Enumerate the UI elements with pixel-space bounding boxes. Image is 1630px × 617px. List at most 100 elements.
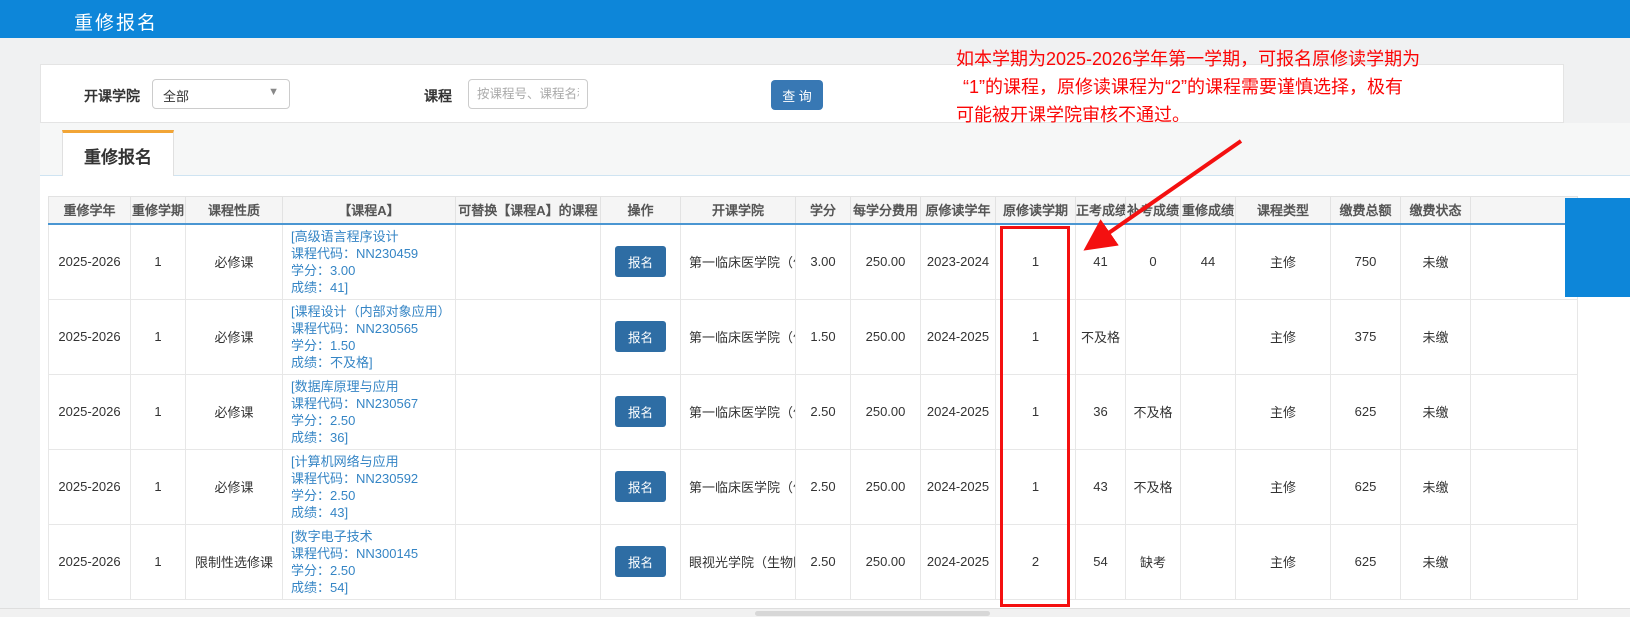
cell-course-a: [数据库原理与应用 课程代码：NN230567 学分：2.50 成绩：36]: [283, 374, 456, 449]
cell-total-fee: 625: [1331, 374, 1401, 449]
course-name-link[interactable]: [数字电子技术: [291, 528, 451, 545]
column-header-1: 重修学年: [49, 197, 131, 224]
column-header-17: 缴费状态: [1401, 197, 1471, 224]
cell-credit: 2.50: [796, 449, 851, 524]
course-credit-text: 学分：1.50: [291, 337, 451, 354]
cell-college: 第一临床医学院（仁: [681, 374, 796, 449]
cell-pay-status: 未缴: [1401, 524, 1471, 599]
column-header-16: 缴费总额: [1331, 197, 1401, 224]
cell-empty: [1471, 299, 1578, 374]
page-title: 重修报名: [74, 8, 158, 35]
cell-course-nature: 必修课: [186, 224, 283, 300]
course-score-text: 成绩：41]: [291, 279, 451, 296]
cell-course-type: 主修: [1236, 449, 1331, 524]
cell-course-a: [数字电子技术 课程代码：NN300145 学分：2.50 成绩：54]: [283, 524, 456, 599]
cell-makeup-score: 不及格: [1126, 374, 1181, 449]
horizontal-scrollbar[interactable]: [0, 608, 1630, 617]
cell-makeup-score: [1126, 299, 1181, 374]
query-button[interactable]: 查 询: [771, 80, 823, 110]
cell-original-term: 1: [996, 374, 1076, 449]
course-credit-text: 学分：2.50: [291, 487, 451, 504]
cell-retake-term: 1: [131, 449, 186, 524]
chevron-down-icon: ▼: [268, 86, 279, 98]
cell-exam-score: 54: [1076, 524, 1126, 599]
course-score-text: 成绩：54]: [291, 579, 451, 596]
cell-replacement-course: [456, 299, 601, 374]
cell-total-fee: 375: [1331, 299, 1401, 374]
course-name-link[interactable]: [高级语言程序设计: [291, 228, 451, 245]
cell-retake-year: 2025-2026: [49, 224, 131, 300]
apply-button[interactable]: 报名: [615, 321, 666, 352]
column-header-11: 原修读学期: [996, 197, 1076, 224]
cell-original-year: 2024-2025: [921, 374, 996, 449]
column-header-10: 原修读学年: [921, 197, 996, 224]
cell-credit: 3.00: [796, 224, 851, 300]
cell-original-term: 1: [996, 299, 1076, 374]
cell-fee-per-credit: 250.00: [851, 524, 921, 599]
table-header-row: 重修学年重修学期课程性质【课程A】可替换【课程A】的课程操作开课学院学分每学分费…: [49, 197, 1578, 224]
cell-fee-per-credit: 250.00: [851, 299, 921, 374]
cell-course-nature: 必修课: [186, 374, 283, 449]
cell-retake-score: [1181, 299, 1236, 374]
cell-original-year: 2024-2025: [921, 449, 996, 524]
cell-exam-score: 不及格: [1076, 299, 1126, 374]
apply-button[interactable]: 报名: [615, 471, 666, 502]
course-code-text: 课程代码：NN300145: [291, 545, 451, 562]
table-row: 2025-2026 1 必修课 [高级语言程序设计 课程代码：NN230459 …: [49, 224, 1578, 300]
annotation-line: 如本学期为2025-2026学年第一学期，可报名原修读学期为: [956, 45, 1516, 73]
course-name-link[interactable]: [计算机网络与应用: [291, 453, 451, 470]
cell-pay-status: 未缴: [1401, 299, 1471, 374]
column-header-2: 重修学期: [131, 197, 186, 224]
cell-retake-year: 2025-2026: [49, 449, 131, 524]
cell-course-type: 主修: [1236, 299, 1331, 374]
column-header-14: 重修成绩: [1181, 197, 1236, 224]
cell-original-term: 1: [996, 224, 1076, 300]
cell-retake-term: 1: [131, 224, 186, 300]
cell-replacement-course: [456, 449, 601, 524]
course-name-link[interactable]: [课程设计（内部对象应用）: [291, 303, 451, 320]
cell-credit: 2.50: [796, 524, 851, 599]
cell-empty: [1471, 449, 1578, 524]
cell-retake-score: [1181, 449, 1236, 524]
tab-label: 重修报名: [84, 143, 152, 168]
cell-college: 第一临床医学院（仁: [681, 224, 796, 300]
apply-button[interactable]: 报名: [615, 396, 666, 427]
tab-retake-registration[interactable]: 重修报名: [62, 130, 174, 177]
scrollbar-thumb[interactable]: [755, 611, 990, 616]
cell-pay-status: 未缴: [1401, 449, 1471, 524]
tab-bar: 重修报名: [40, 123, 1630, 176]
apply-button[interactable]: 报名: [615, 546, 666, 577]
content-area: 重修学年重修学期课程性质【课程A】可替换【课程A】的课程操作开课学院学分每学分费…: [40, 176, 1630, 608]
column-header-4: 【课程A】: [283, 197, 456, 224]
cell-action: 报名: [601, 524, 681, 599]
course-credit-text: 学分：3.00: [291, 262, 451, 279]
annotation-note: 如本学期为2025-2026学年第一学期，可报名原修读学期为 “1”的课程，原修…: [956, 45, 1516, 129]
cell-exam-score: 41: [1076, 224, 1126, 300]
cell-exam-score: 43: [1076, 449, 1126, 524]
course-filter-label: 课程: [424, 86, 452, 106]
course-search-input[interactable]: [468, 79, 588, 109]
course-code-text: 课程代码：NN230459: [291, 245, 451, 262]
cell-action: 报名: [601, 449, 681, 524]
cell-course-type: 主修: [1236, 224, 1331, 300]
cell-original-term: 2: [996, 524, 1076, 599]
cell-course-type: 主修: [1236, 374, 1331, 449]
cell-fee-per-credit: 250.00: [851, 224, 921, 300]
cell-total-fee: 625: [1331, 449, 1401, 524]
cell-empty: [1471, 224, 1578, 300]
cell-credit: 1.50: [796, 299, 851, 374]
course-code-text: 课程代码：NN230567: [291, 395, 451, 412]
cell-retake-score: [1181, 524, 1236, 599]
cell-action: 报名: [601, 299, 681, 374]
cell-college: 眼视光学院（生物医: [681, 524, 796, 599]
college-select[interactable]: 全部 ▼: [152, 79, 290, 109]
cell-retake-term: 1: [131, 299, 186, 374]
cell-credit: 2.50: [796, 374, 851, 449]
cell-makeup-score: 缺考: [1126, 524, 1181, 599]
cell-course-a: [计算机网络与应用 课程代码：NN230592 学分：2.50 成绩：43]: [283, 449, 456, 524]
course-name-link[interactable]: [数据库原理与应用: [291, 378, 451, 395]
cell-college: 第一临床医学院（仁: [681, 299, 796, 374]
apply-button[interactable]: 报名: [615, 246, 666, 277]
course-score-text: 成绩：36]: [291, 429, 451, 446]
cell-retake-term: 1: [131, 524, 186, 599]
